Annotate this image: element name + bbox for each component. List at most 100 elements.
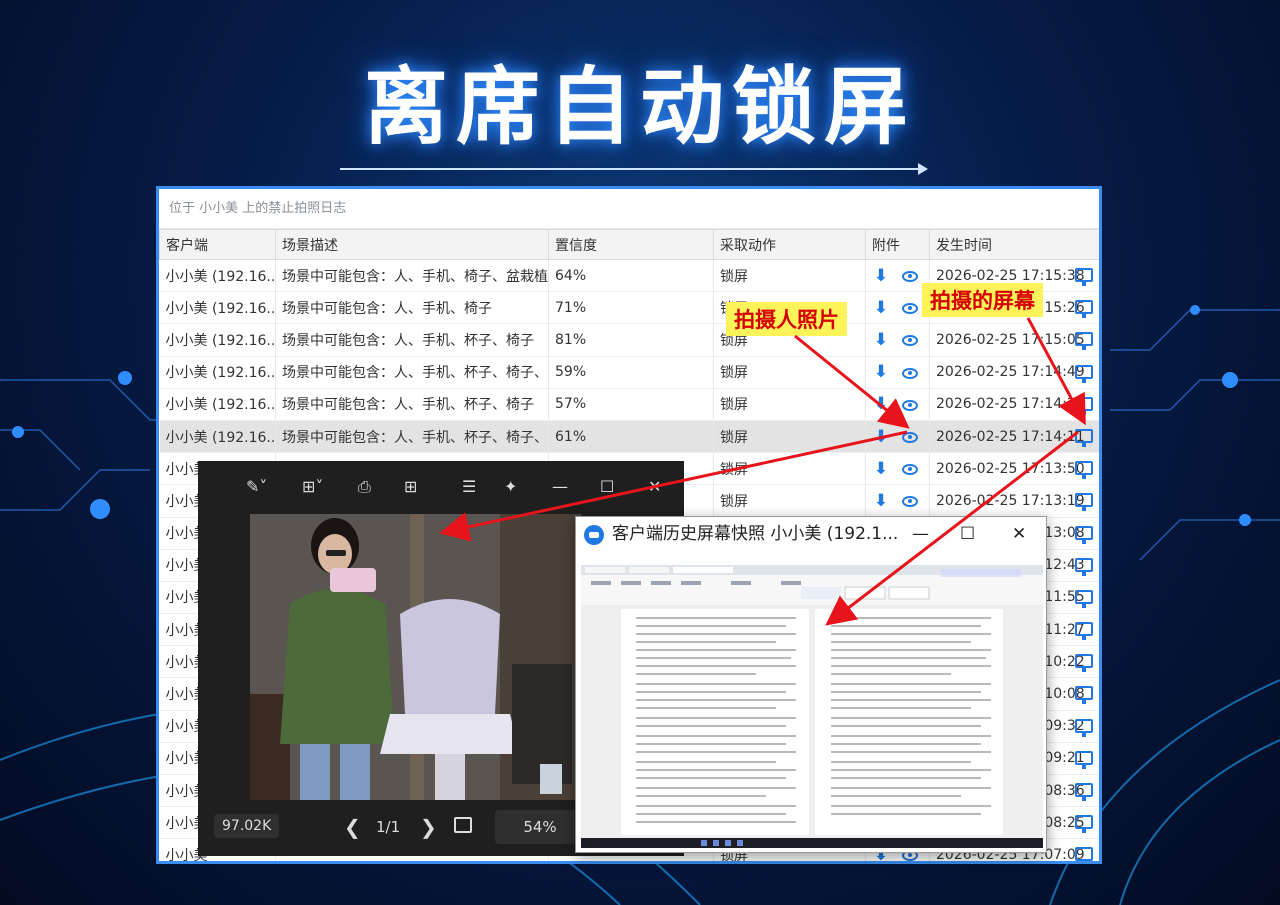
table-row[interactable]: 小小美 (192.16... 场景中可能包含：人、手机、杯子、椅子、... 61% 锁… — [159, 420, 1099, 454]
confidence-cell: 61% — [548, 420, 714, 454]
close-icon[interactable]: ✕ — [648, 477, 661, 496]
snapshot-minimize-button[interactable]: — — [912, 517, 929, 551]
view-photo-icon[interactable] — [902, 432, 918, 444]
confidence-cell: 71% — [548, 291, 714, 325]
confidence-cell: 81% — [548, 323, 714, 357]
snapshot-maximize-button[interactable]: ☐ — [960, 517, 975, 551]
download-icon[interactable]: ⬇ — [872, 427, 890, 447]
print-icon[interactable]: ⎙ — [358, 477, 371, 497]
screen-snapshot-icon[interactable] — [1075, 364, 1093, 383]
share-icon[interactable]: ⊞ — [404, 477, 417, 496]
client-cell: 小小美 (192.16... — [159, 420, 276, 454]
screen-snapshot-icon[interactable] — [1075, 396, 1093, 415]
column-header-attachment[interactable]: 附件 — [865, 229, 930, 260]
attachment-cell: ⬇ — [865, 356, 930, 389]
view-photo-icon[interactable] — [902, 496, 918, 508]
screen-snapshot-icon[interactable] — [1075, 428, 1093, 447]
screen-snapshot-icon[interactable] — [1075, 461, 1093, 480]
attachment-cell: ⬇ — [865, 420, 930, 454]
attachment-cell: ⬇ — [865, 323, 930, 357]
view-photo-icon[interactable] — [902, 367, 918, 379]
time-cell: 2026-02-25 17:15:05 — [929, 323, 1099, 357]
screen-snapshot-icon[interactable] — [1075, 589, 1093, 608]
column-header-time[interactable]: 发生时间 — [929, 229, 1099, 260]
column-header-scene[interactable]: 场景描述 — [275, 229, 549, 260]
screen-snapshot-icon[interactable] — [1075, 654, 1093, 673]
log-window-title: 位于 小小美 上的禁止拍照日志 — [159, 189, 1099, 229]
time-text: 2026-02-25 17:14:49 — [936, 364, 1085, 381]
column-header-confidence[interactable]: 置信度 — [548, 229, 714, 260]
view-photo-icon[interactable] — [902, 303, 918, 315]
download-icon[interactable]: ⬇ — [872, 459, 890, 479]
screen-snapshot-icon[interactable] — [1075, 847, 1093, 861]
minimize-icon[interactable]: — — [552, 477, 568, 496]
zoom-field[interactable]: 54% — [495, 810, 585, 844]
screen-snapshot-icon[interactable] — [1075, 622, 1093, 641]
action-cell: 锁屏 — [713, 420, 866, 454]
time-cell: 2026-02-25 17:14:28 — [929, 388, 1099, 421]
download-icon[interactable]: ⬇ — [872, 330, 890, 350]
screen-annotation-label: 拍摄的屏幕 — [922, 283, 1043, 317]
download-icon[interactable]: ⬇ — [872, 394, 890, 414]
fit-to-window-icon[interactable] — [454, 817, 472, 833]
attachment-cell: ⬇ — [865, 484, 930, 518]
snapshot-close-button[interactable]: ✕ — [1012, 517, 1026, 551]
time-text: 2026-02-25 17:13:50 — [936, 460, 1085, 477]
time-cell: 2026-02-25 17:13:19 — [929, 484, 1099, 518]
confidence-cell: 59% — [548, 356, 714, 389]
app-logo-icon — [584, 525, 604, 545]
client-cell: 小小美 (192.16... — [159, 388, 276, 421]
screen-snapshot-icon[interactable] — [1075, 815, 1093, 834]
screen-snapshot-icon[interactable] — [1075, 718, 1093, 737]
column-header-action[interactable]: 采取动作 — [713, 229, 866, 260]
screen-snapshot-icon[interactable] — [1075, 493, 1093, 512]
menu-icon[interactable]: ☰ — [462, 477, 476, 496]
view-photo-icon[interactable] — [902, 335, 918, 347]
maximize-icon[interactable]: ☐ — [600, 477, 614, 496]
captured-screen-image — [581, 565, 1043, 848]
confidence-cell: 64% — [548, 259, 714, 293]
client-cell: 小小美 (192.16... — [159, 356, 276, 389]
edit-image-icon[interactable]: ✎˅ — [246, 477, 267, 496]
screen-snapshot-icon[interactable] — [1075, 783, 1093, 801]
screen-snapshot-window: 客户端历史屏幕快照 小小美 (192.1... — ☐ ✕ — [575, 516, 1047, 853]
screen-snapshot-icon[interactable] — [1075, 332, 1093, 351]
scene-cell: 场景中可能包含：人、手机、椅子 — [275, 291, 549, 325]
column-header-client[interactable]: 客户端 — [159, 229, 276, 260]
action-cell: 锁屏 — [713, 259, 866, 293]
page-title: 离席自动锁屏 — [363, 58, 916, 156]
screen-snapshot-icon[interactable] — [1075, 686, 1093, 705]
scene-cell: 场景中可能包含：人、手机、杯子、椅子、... — [275, 356, 549, 389]
next-page-icon[interactable]: ❯ — [420, 815, 437, 839]
attachment-cell: ⬇ — [865, 452, 930, 486]
download-icon[interactable]: ⬇ — [872, 266, 890, 286]
download-icon[interactable]: ⬇ — [872, 491, 890, 511]
client-cell: 小小美 (192.16... — [159, 291, 276, 325]
captured-person-photo — [250, 514, 581, 800]
view-photo-icon[interactable] — [902, 399, 918, 411]
screen-snapshot-icon[interactable] — [1075, 525, 1093, 544]
screen-snapshot-icon[interactable] — [1075, 750, 1093, 769]
action-cell: 锁屏 — [713, 452, 866, 486]
pin-icon[interactable]: ✦ — [504, 477, 517, 496]
view-photo-icon[interactable] — [902, 271, 918, 283]
screen-snapshot-icon[interactable] — [1075, 557, 1093, 576]
prev-page-icon[interactable]: ❮ — [344, 815, 361, 839]
screen-snapshot-icon[interactable] — [1075, 268, 1093, 286]
time-text: 2026-02-25 17:15:38 — [936, 267, 1085, 284]
time-text: 2026-02-25 17:13:19 — [936, 492, 1085, 509]
view-photo-icon[interactable] — [902, 464, 918, 476]
download-icon[interactable]: ⬇ — [872, 298, 890, 318]
table-row[interactable]: 小小美 (192.16... 场景中可能包含：人、手机、杯子、椅子 81% 锁屏 ⬇ 20… — [159, 323, 1099, 357]
download-icon[interactable]: ⬇ — [872, 362, 890, 382]
time-cell: 2026-02-25 17:14:11 — [929, 420, 1099, 454]
crop-icon[interactable]: ⊞˅ — [302, 477, 323, 496]
title-underline-arrow — [340, 163, 928, 175]
attachment-cell: ⬇ — [865, 388, 930, 421]
table-row[interactable]: 小小美 (192.16... 场景中可能包含：人、手机、杯子、椅子 57% 锁屏 ⬇ 20… — [159, 388, 1099, 421]
action-cell: 锁屏 — [713, 388, 866, 421]
screen-snapshot-icon[interactable] — [1075, 300, 1093, 319]
page-indicator: 1/1 — [376, 818, 401, 836]
snapshot-window-title: 客户端历史屏幕快照 小小美 (192.1... — [612, 524, 899, 544]
table-row[interactable]: 小小美 (192.16... 场景中可能包含：人、手机、杯子、椅子、... 59% 锁… — [159, 356, 1099, 389]
